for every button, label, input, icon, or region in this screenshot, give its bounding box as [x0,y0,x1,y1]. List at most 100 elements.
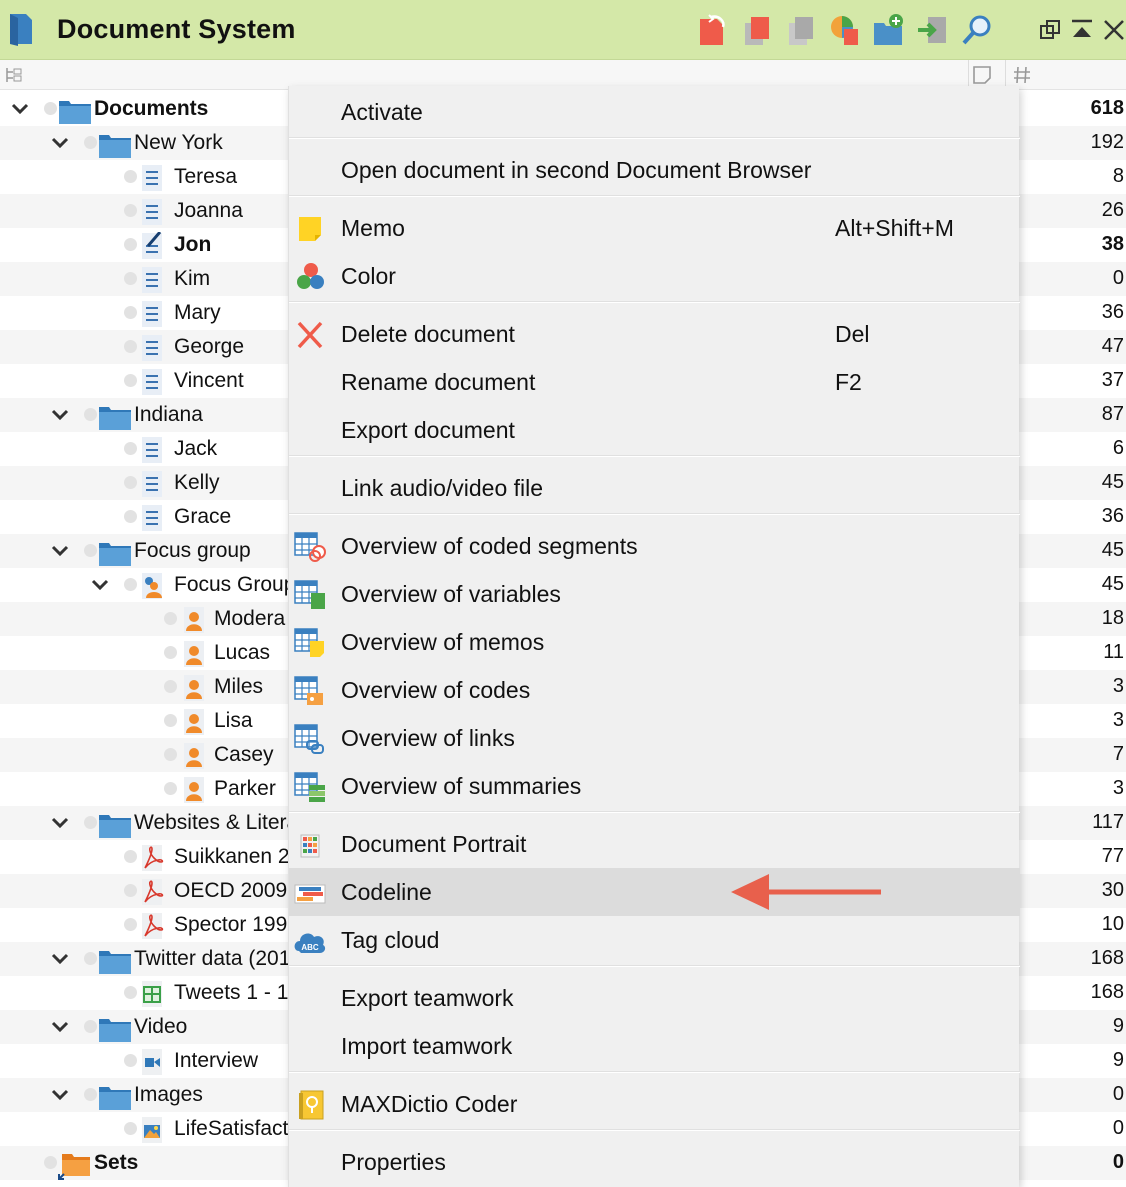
tree-item-label: LifeSatisfacti [174,1117,294,1140]
speaker-icon [182,640,206,668]
color-icon [293,261,327,293]
chevron-down-icon[interactable] [50,133,70,153]
menu-item-export-document[interactable]: Export document [289,406,1020,454]
chevron-down-icon[interactable] [50,1017,70,1037]
text-document-icon [140,266,164,294]
memo-column-icon[interactable] [972,65,992,85]
deactivate-icon[interactable] [785,13,819,47]
menu-item-delete-document[interactable]: Delete document Del [289,310,1020,358]
tree-item-label: Jon [174,233,212,256]
menu-item-overview-of-coded-segments[interactable]: Overview of coded segments [289,522,1020,570]
color-dot [124,918,137,931]
menu-item-overview-of-codes[interactable]: Overview of codes [289,666,1020,714]
color-dot [44,102,57,115]
menu-item-overview-of-summaries[interactable]: Overview of summaries [289,762,1020,810]
chevron-down-icon[interactable] [50,541,70,561]
tree-item-label: Vincent [174,369,244,392]
coded-segment-count: 168 [1090,981,1124,1003]
color-dot [124,306,137,319]
edited-document-icon [140,231,164,260]
tree-item-label: Casey [214,743,274,766]
retrieve-icon[interactable] [697,13,731,47]
pdf-icon [140,844,164,872]
speaker-icon [182,606,206,634]
coded-segment-count: 36 [1101,505,1124,527]
menu-item-color[interactable]: Color [289,252,1020,300]
coded-segment-count: 47 [1101,335,1124,357]
menu-item-maxdictio-coder[interactable]: MAXDictio Coder [289,1080,1020,1128]
color-dot [124,850,137,863]
speaker-icon [182,742,206,770]
menu-item-export-teamwork[interactable]: Export teamwork [289,974,1020,1022]
color-dot [124,578,137,591]
coded-segment-count: 45 [1101,539,1124,561]
menu-item-properties[interactable]: Properties [289,1138,1020,1186]
coded-segment-count: 117 [1092,811,1124,833]
codeline-icon [293,877,327,909]
tree-item-label: New York [134,131,223,154]
menu-item-label: Open document in second Document Browser [341,157,812,183]
menu-item-overview-of-links[interactable]: Overview of links [289,714,1020,762]
color-dot [164,782,177,795]
menu-item-label: Tag cloud [341,927,440,953]
color-dot [124,986,137,999]
menu-item-overview-of-memos[interactable]: Overview of memos [289,618,1020,666]
tree-item-label: Kelly [174,471,220,494]
collapse-icon[interactable] [1070,18,1094,42]
chevron-down-icon[interactable] [90,575,110,595]
menu-item-tag-cloud[interactable]: ABC Tag cloud [289,916,1020,964]
color-icon[interactable] [828,13,862,47]
menu-item-activate[interactable]: Activate [289,88,1020,136]
menu-item-open-document-in-second-document-browser[interactable]: Open document in second Document Browser [289,146,1020,194]
search-icon[interactable] [960,13,994,47]
count-column-icon[interactable] [1012,65,1032,85]
chevron-down-icon[interactable] [50,813,70,833]
text-document-icon [140,436,164,464]
color-dot [124,442,137,455]
color-dot [164,748,177,761]
menu-item-link-audio-video-file[interactable]: Link audio/video file [289,464,1020,512]
color-dot [164,714,177,727]
menu-item-overview-of-variables[interactable]: Overview of variables [289,570,1020,618]
coded-segment-count: 0 [1112,1083,1124,1105]
chevron-down-icon[interactable] [10,99,30,119]
text-document-icon [140,198,164,226]
import-icon[interactable] [916,13,950,47]
tree-icon[interactable] [5,66,23,84]
coded-segment-count: 30 [1101,879,1124,901]
color-dot [124,340,137,353]
coded-segment-count: 3 [1112,709,1124,731]
chevron-down-icon[interactable] [50,949,70,969]
close-icon[interactable] [1102,18,1126,42]
menu-item-label: Import teamwork [341,1033,513,1059]
color-dot [164,680,177,693]
tree-item-label: Tweets 1 - 15 [174,981,301,1004]
chevron-down-icon[interactable] [50,1085,70,1105]
menu-item-document-portrait[interactable]: Document Portrait [289,820,1020,868]
folder-icon [98,1082,132,1110]
menu-item-memo[interactable]: Memo Alt+Shift+M [289,204,1020,252]
coded-segment-count: 18 [1101,607,1124,629]
menu-separator [289,1071,1020,1073]
menu-item-rename-document[interactable]: Rename document F2 [289,358,1020,406]
undock-icon[interactable] [1038,18,1062,42]
color-dot [124,170,137,183]
coded-segment-count: 7 [1112,743,1124,765]
color-dot [84,1020,97,1033]
menu-item-label: Export document [341,417,515,443]
overview-codes-icon [293,675,327,707]
coded-segment-count: 6 [1112,437,1124,459]
menu-item-codeline[interactable]: Codeline [289,868,1020,916]
speaker-icon [182,708,206,736]
menu-item-import-teamwork[interactable]: Import teamwork [289,1022,1020,1070]
new-folder-icon[interactable] [872,13,906,47]
coded-segment-count: 38 [1101,233,1124,255]
menu-item-shortcut: Alt+Shift+M [835,215,954,241]
coded-segment-count: 0 [1112,1117,1124,1139]
activate-icon[interactable] [741,13,775,47]
tree-item-label: Mary [174,301,221,324]
chevron-down-icon[interactable] [50,405,70,425]
menu-item-label: Export teamwork [341,985,514,1011]
tree-item-label: Lisa [214,709,253,732]
tree-item-label: Interview [174,1049,259,1072]
